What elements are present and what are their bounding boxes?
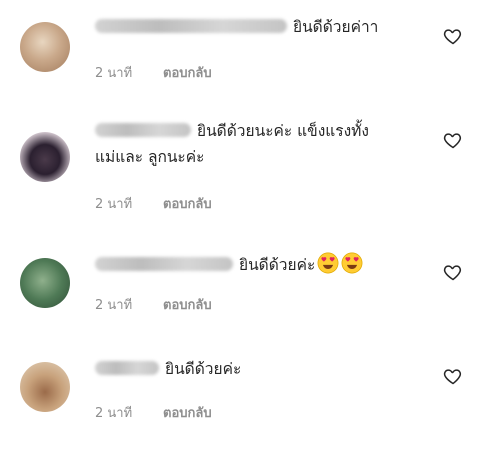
avatar[interactable] (20, 258, 70, 308)
comment-meta: 2 นาที ตอบกลับ (95, 402, 212, 423)
avatar[interactable] (20, 22, 70, 72)
comment-time: 2 นาที (95, 298, 133, 313)
heart-outline-icon[interactable] (443, 26, 463, 46)
reply-button[interactable]: ตอบกลับ (163, 193, 212, 214)
heart-outline-icon[interactable] (443, 366, 463, 386)
comment-meta: 2 นาที ตอบกลับ (95, 62, 212, 83)
comment-body-line2: แม่และ ลูกนะค่ะ (95, 148, 205, 166)
comment-meta: 2 นาที ตอบกลับ (95, 193, 212, 214)
username-blurred[interactable] (95, 257, 233, 271)
reply-button[interactable]: ตอบกลับ (163, 294, 212, 315)
comment-time: 2 นาที (95, 197, 133, 212)
heart-outline-icon[interactable] (443, 130, 463, 150)
avatar[interactable] (20, 132, 70, 182)
comment-body: ยินดีด้วยนะค่ะ แข็งแรงทั้ง (197, 122, 369, 140)
avatar[interactable] (20, 362, 70, 412)
comment-body: ยินดีด้วยค่ะ (165, 360, 242, 378)
heart-eyes-emoji (317, 252, 339, 274)
comment-body: ยินดีด้วยค่ะ (239, 256, 316, 274)
comment-text: ยินดีด้วยค่ะ (95, 252, 435, 278)
username-blurred[interactable] (95, 361, 159, 375)
username-blurred[interactable] (95, 123, 191, 137)
comment-meta: 2 นาที ตอบกลับ (95, 294, 212, 315)
username-blurred[interactable] (95, 19, 287, 33)
comment-body: ยินดีด้วยค่าา (293, 18, 379, 36)
comment-time: 2 นาที (95, 66, 133, 81)
comment-time: 2 นาที (95, 406, 133, 421)
heart-outline-icon[interactable] (443, 262, 463, 282)
reply-button[interactable]: ตอบกลับ (163, 402, 212, 423)
comment-text: ยินดีด้วยนะค่ะ แข็งแรงทั้ง แม่และ ลูกนะค… (95, 118, 435, 170)
heart-eyes-emoji (341, 252, 363, 274)
comment-text: ยินดีด้วยค่ะ (95, 356, 435, 382)
comment-text: ยินดีด้วยค่าา (95, 14, 435, 40)
reply-button[interactable]: ตอบกลับ (163, 62, 212, 83)
